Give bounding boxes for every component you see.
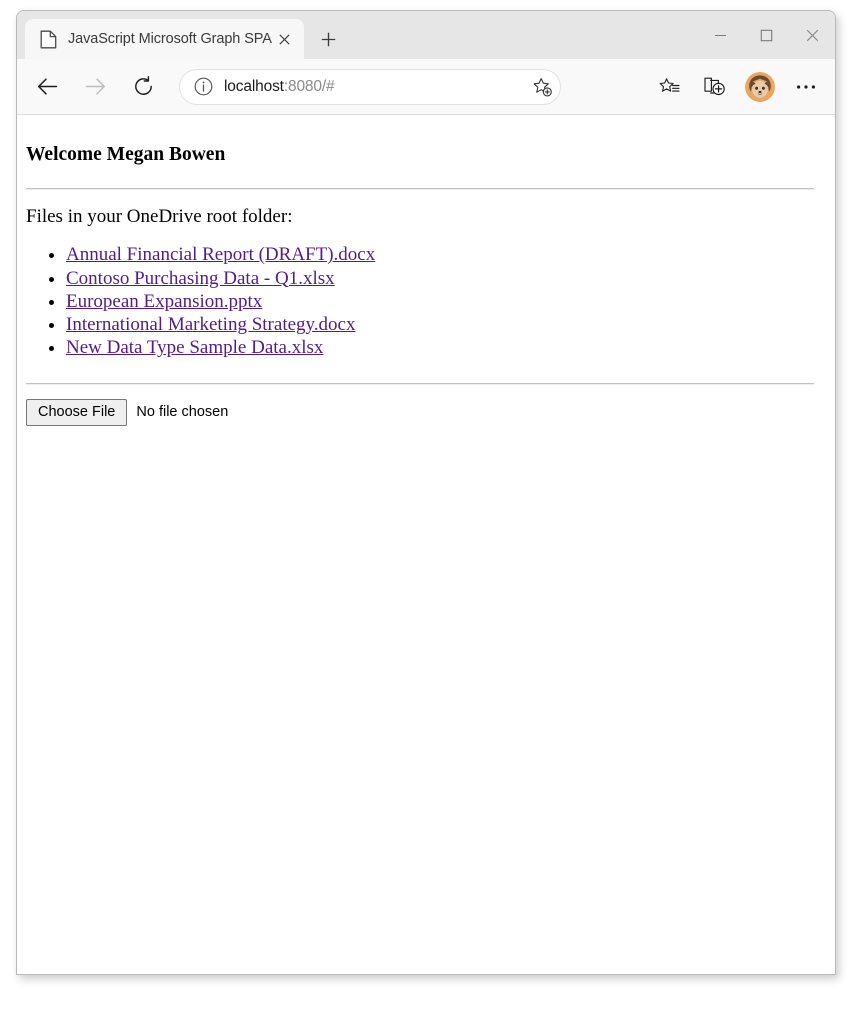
tab-title: JavaScript Microsoft Graph SPA xyxy=(68,31,272,47)
files-label: Files in your OneDrive root folder: xyxy=(26,206,293,228)
file-link[interactable]: New Data Type Sample Data.xlsx xyxy=(66,337,323,358)
file-link[interactable]: Annual Financial Report (DRAFT).docx xyxy=(66,244,375,265)
star-add-icon[interactable] xyxy=(528,73,556,101)
file-upload-status: No file chosen xyxy=(136,404,229,421)
browser-window: JavaScript Microsoft Graph SPA localhost… xyxy=(16,10,836,975)
tab-close-icon[interactable] xyxy=(272,26,298,52)
file-upload-control: Choose File No file chosen xyxy=(26,398,827,426)
back-button[interactable] xyxy=(28,68,66,106)
divider-bottom xyxy=(26,382,814,385)
forward-arrow-icon xyxy=(85,77,106,96)
refresh-button[interactable] xyxy=(124,68,162,106)
collections-button[interactable] xyxy=(697,69,733,105)
url-path: :8080/# xyxy=(283,77,335,95)
file-link[interactable]: Contoso Purchasing Data - Q1.xlsx xyxy=(66,268,335,289)
star-list-icon xyxy=(659,77,680,97)
list-item: International Marketing Strategy.docx xyxy=(66,313,827,336)
collections-add-icon xyxy=(704,76,726,97)
new-tab-button[interactable] xyxy=(312,22,346,56)
refresh-icon xyxy=(133,76,154,97)
more-options-button[interactable] xyxy=(789,70,823,104)
divider-top xyxy=(26,188,814,191)
browser-toolbar: localhost:8080/# xyxy=(17,59,835,115)
back-arrow-icon xyxy=(37,77,58,96)
maximize-button[interactable] xyxy=(743,11,789,59)
file-link[interactable]: International Marketing Strategy.docx xyxy=(66,314,355,335)
page-title: Welcome Megan Bowen xyxy=(26,144,226,165)
list-item: Annual Financial Report (DRAFT).docx xyxy=(66,243,827,266)
browser-tab[interactable]: JavaScript Microsoft Graph SPA xyxy=(25,19,304,59)
info-circle-icon[interactable] xyxy=(192,76,214,98)
list-item: European Expansion.pptx xyxy=(66,290,827,313)
forward-button[interactable] xyxy=(76,68,114,106)
choose-file-button[interactable]: Choose File xyxy=(26,398,128,426)
web-page-content: Welcome Megan Bowen Files in your OneDri… xyxy=(17,115,835,974)
list-item: New Data Type Sample Data.xlsx xyxy=(66,336,827,359)
page-icon xyxy=(39,30,57,48)
address-bar[interactable]: localhost:8080/# xyxy=(179,68,561,105)
favorites-button[interactable] xyxy=(651,69,687,105)
url-text[interactable]: localhost:8080/# xyxy=(224,78,528,96)
file-list: Annual Financial Report (DRAFT).docx Con… xyxy=(26,243,827,359)
window-controls xyxy=(697,11,835,59)
url-host: localhost xyxy=(224,77,284,95)
toolbar-right-group xyxy=(646,69,825,105)
file-link[interactable]: European Expansion.pptx xyxy=(66,291,262,312)
tab-strip: JavaScript Microsoft Graph SPA xyxy=(17,11,835,59)
minimize-button[interactable] xyxy=(697,11,743,59)
close-button[interactable] xyxy=(789,11,835,59)
avatar[interactable] xyxy=(745,71,775,102)
list-item: Contoso Purchasing Data - Q1.xlsx xyxy=(66,267,827,290)
